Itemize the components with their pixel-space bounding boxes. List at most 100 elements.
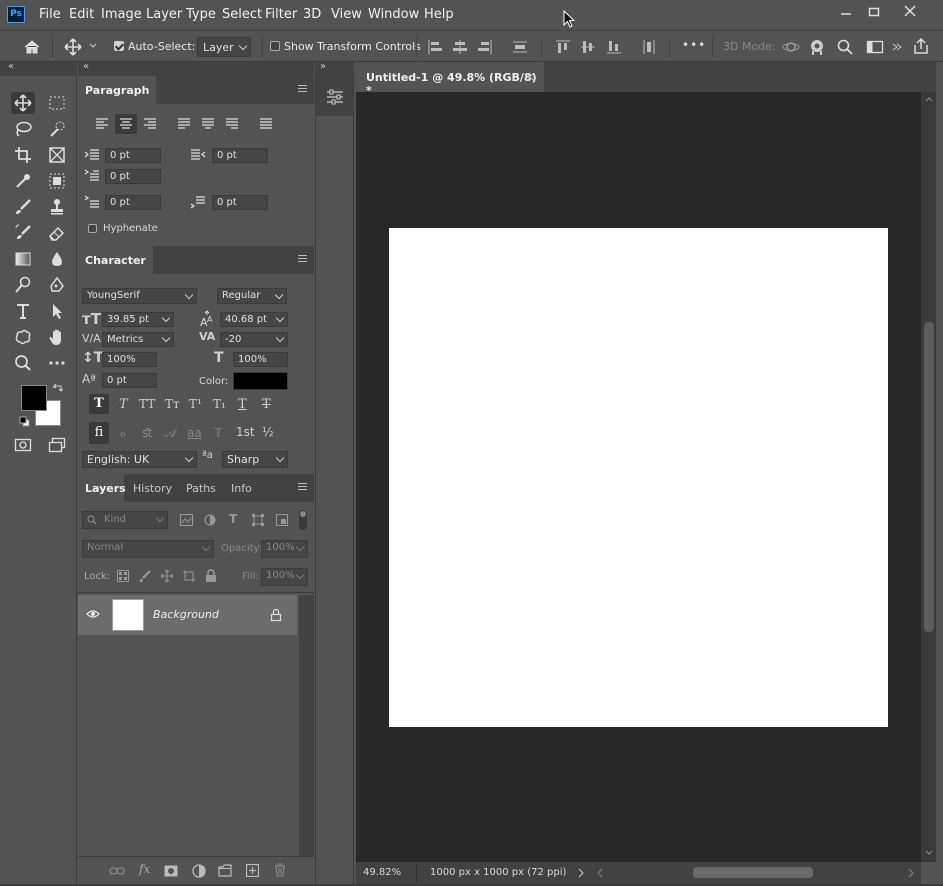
menu-image[interactable]: Image [101,7,142,22]
minimize-icon[interactable] [839,6,853,20]
more-options-icon[interactable]: ••• [682,38,706,52]
new-group-folder-icon[interactable] [218,864,232,877]
lock-transparent-icon[interactable] [117,570,129,582]
marquee-tool[interactable] [45,92,69,114]
align-left-edges-icon[interactable] [427,39,443,55]
vertical-scale-field[interactable]: 100% [102,352,157,367]
auto-select-checkbox[interactable] [114,41,124,51]
iconpanel-collapse-strip[interactable]: » [315,61,354,76]
chevron-down-icon[interactable] [89,43,97,49]
toolbar-collapse-strip[interactable]: « [0,61,77,76]
language-dropdown[interactable]: English: UK [82,451,197,468]
fill-field[interactable]: 100% [261,568,308,586]
lock-icon[interactable] [270,608,282,622]
horizontal-scroll-thumb[interactable] [693,867,813,878]
font-size-field[interactable]: 39.85 pt [102,312,174,327]
antialias-dropdown[interactable]: Sharp [222,451,288,468]
menu-window[interactable]: Window [368,7,419,22]
align-center-text-button[interactable] [115,114,137,134]
auto-select-target-dropdown[interactable]: Layer [197,37,251,57]
menu-filter[interactable]: Filter [265,7,297,22]
workspace-chevron-icon[interactable] [890,41,902,53]
justify-last-right-icon[interactable] [225,117,239,131]
layer-filter-dropdown[interactable]: Kind [82,511,168,529]
expand-arrows-icon[interactable]: » [320,61,326,72]
panel-menu-icon[interactable] [298,255,307,262]
lock-all-icon[interactable] [205,569,217,583]
scroll-up-arrow-icon[interactable] [925,96,933,102]
titling-alternates-button[interactable]: 𝕋 [214,426,223,440]
path-selection-tool[interactable] [45,300,69,322]
brush-tool[interactable] [11,196,35,218]
zoom-level[interactable]: 49.82% [363,867,401,878]
lasso-tool[interactable] [11,118,35,140]
swash-button[interactable]: 𝒜 [165,426,176,441]
zoom-tool[interactable] [11,352,35,374]
hand-tool[interactable] [45,326,69,348]
add-mask-icon[interactable] [164,864,178,878]
stylistic-alternates-button[interactable]: aa [187,426,202,440]
stamp-tool[interactable] [45,196,69,218]
screen-mode-button[interactable] [45,434,69,456]
justify-last-left-icon[interactable] [177,117,191,131]
align-vertical-centers-icon[interactable] [580,39,596,55]
document-tab[interactable]: Untitled-1 @ 49.8% (RGB/8) * [356,62,544,97]
ordinals-button[interactable]: 1st [236,425,255,439]
home-icon[interactable] [23,39,41,55]
leading-field[interactable]: 40.68 pt [220,312,288,327]
history-brush-tool[interactable] [11,222,35,244]
tab-paragraph[interactable]: Paragraph [78,76,157,104]
move-tool-preset-icon[interactable] [64,38,82,56]
menu-select[interactable]: Select [222,7,262,22]
font-family-dropdown[interactable]: YoungSerif [82,288,197,304]
justify-last-center-icon[interactable] [201,117,215,131]
text-color-swatch[interactable] [233,372,288,390]
blur-tool[interactable] [45,248,69,270]
roll-3d-icon[interactable] [808,38,826,56]
fractions-button[interactable]: ½ [262,425,274,439]
lock-position-icon[interactable] [160,569,174,583]
menu-view[interactable]: View [331,7,362,22]
space-after-field[interactable]: 0 pt [212,195,268,210]
layer-name[interactable]: Background [153,608,219,621]
menu-file[interactable]: File [39,7,61,22]
menu-3d[interactable]: 3D [303,7,321,22]
document-canvas[interactable] [389,228,888,727]
filter-pixel-icon[interactable] [180,514,193,526]
tab-info[interactable]: Info [224,474,259,502]
close-window-icon[interactable] [903,4,917,18]
filter-adjustment-icon[interactable] [204,514,216,526]
panels-collapse-strip[interactable]: « [78,61,314,76]
horizontal-scale-field[interactable]: 100% [233,352,288,367]
opacity-field[interactable]: 100% [261,540,308,558]
workspace-icon[interactable] [866,39,884,55]
vertical-scroll-thumb[interactable] [924,322,934,632]
indent-right-field[interactable]: 0 pt [212,148,268,163]
default-colors-icon[interactable] [19,416,30,427]
new-layer-icon[interactable] [246,864,259,877]
font-style-dropdown[interactable]: Regular [217,288,287,304]
share-icon[interactable] [912,37,930,55]
justify-all-icon[interactable] [259,117,273,131]
hyphenate-checkbox[interactable] [88,224,97,233]
document-info[interactable]: 1000 px x 1000 px (72 ppi) [430,867,566,878]
crop-tool[interactable] [11,144,35,166]
underline-button[interactable]: T [238,397,247,412]
align-bottom-edges-icon[interactable] [606,39,622,55]
oldstyle-button[interactable]: ﬆ [142,426,152,440]
indent-first-line-field[interactable]: 0 pt [105,169,161,184]
layer-style-fx-icon[interactable]: fx [139,862,150,876]
panel-menu-icon[interactable] [298,85,307,92]
align-left-text-icon[interactable] [95,117,109,131]
quick-mask-button[interactable] [11,434,35,456]
menu-type[interactable]: Type [186,7,216,22]
show-transform-checkbox[interactable] [270,41,280,51]
kerning-field[interactable]: Metrics [102,332,174,347]
faux-italic-button[interactable]: T [119,397,128,412]
restore-icon[interactable] [867,5,881,19]
type-tool[interactable] [11,300,35,322]
scroll-right-arrow-icon[interactable] [907,868,915,878]
baseline-shift-field[interactable]: 0 pt [102,373,157,388]
dodge-tool[interactable] [11,274,35,296]
tab-character[interactable]: Character [78,246,153,274]
